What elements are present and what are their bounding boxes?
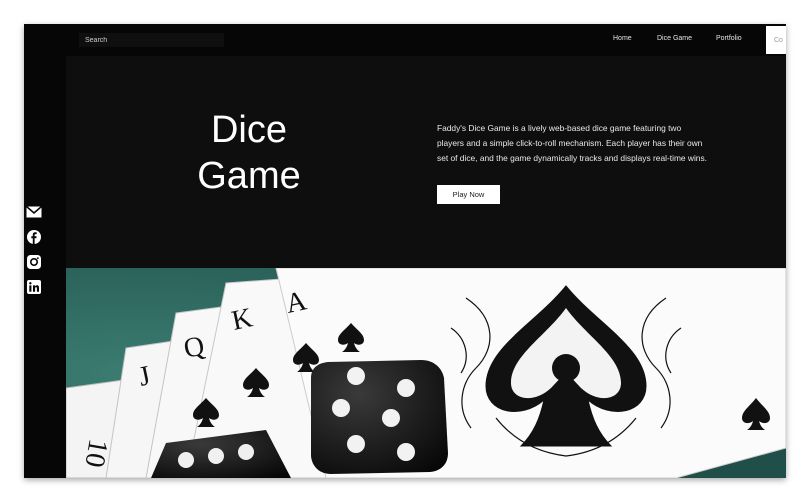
browser-window: Home Dice Game Portfolio Co Dice Game Fa…	[24, 24, 786, 478]
top-navigation: Home Dice Game Portfolio Co	[66, 24, 786, 56]
facebook-icon[interactable]	[26, 229, 42, 245]
linkedin-icon[interactable]	[26, 279, 42, 295]
die-back	[311, 360, 448, 474]
nav-dice-game-link[interactable]: Dice Game	[657, 35, 692, 42]
social-sidebar	[24, 24, 66, 478]
rank-10: 10	[78, 437, 113, 470]
nav-portfolio-link[interactable]: Portfolio	[716, 35, 742, 42]
hero-title: Dice Game	[174, 107, 324, 199]
mail-icon[interactable]	[26, 204, 42, 220]
nav-home-link[interactable]: Home	[613, 35, 632, 42]
hero-title-line-1: Dice	[210, 109, 288, 151]
hero-title-line-2: Game	[197, 155, 301, 197]
instagram-icon[interactable]	[26, 254, 42, 270]
play-now-button[interactable]: Play Now	[437, 185, 500, 204]
hero-description: Faddy's Dice Game is a lively web-based …	[437, 123, 707, 163]
contact-button[interactable]: Co	[766, 26, 786, 54]
playing-cards-and-dice-icon: 10 J Q K A	[66, 268, 786, 478]
search-input[interactable]	[79, 33, 224, 47]
